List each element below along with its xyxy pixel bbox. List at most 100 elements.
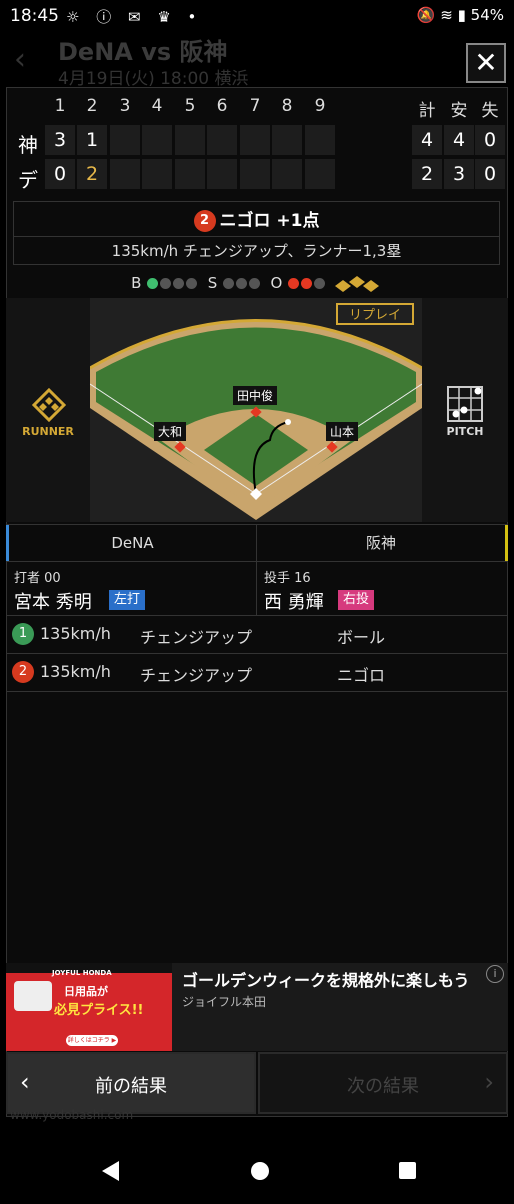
batter-name: 宮本 秀明 [14,592,92,613]
background-header: ‹ DeNA vs 阪神 4月19日(火) 18:00 横浜 [0,28,514,89]
score-cell [240,125,270,155]
system-icons: 🔕 ≋ ▮ 54% [416,6,504,24]
score-cell [272,159,302,189]
total-cell: 4 [444,125,474,155]
background-url: www.yodobashi.com [10,1108,134,1122]
score-cell [305,125,335,155]
pitch-number-badge: 1 [12,623,34,645]
strike-label: S [207,274,218,292]
back-icon [102,1161,119,1181]
score-cell [305,159,335,189]
field-diagram [90,319,422,520]
runner-button[interactable]: RUNNER [6,298,90,522]
ball-dot [147,278,159,289]
score-cell [142,125,172,155]
total-cell: 4 [412,125,442,155]
team-tabs: DeNA 阪神 [6,524,508,562]
inning-header: 3 [119,96,131,116]
pitcher-hand-badge: 右投 [338,590,375,610]
score-cell: 2 [77,159,107,189]
inning-header: 7 [249,96,261,116]
pitch-row: 1 135km/h チェンジアップ ボール [6,616,508,654]
score-cell [110,125,140,155]
ad-image: JOYFUL HONDA 日用品が 必見プライス!! 詳しくはコチラ ▶ [6,963,172,1051]
ball-dot [160,278,172,289]
team-label-home: デ [18,168,38,192]
next-result-label: 次の結果 [347,1076,419,1097]
score-cell [272,125,302,155]
game-subtitle: 4月19日(火) 18:00 横浜 [58,69,249,89]
out-label: O [270,274,283,292]
baseball-field: リプレイ 田中俊 大和 山本 [90,298,422,522]
count-indicator: B S O [0,274,514,292]
play-summary: 2 ニゴロ +1点 135km/h チェンジアップ、ランナー1,3塁 [13,201,500,265]
system-navigation-bar [0,1140,514,1200]
pitch-speed: 135km/h [40,624,111,643]
fielder-label: 山本 [326,422,359,441]
ad-image-line1: 日用品が [64,985,108,998]
pitch-type: チェンジアップ [140,628,253,647]
pitch-result: ボール [337,628,386,647]
score-cell: 3 [45,125,75,155]
score-cell [110,159,140,189]
fielder-label: 大和 [154,422,187,441]
prev-result-label: 前の結果 [95,1076,167,1097]
home-icon [251,1162,269,1180]
ad-banner[interactable]: JOYFUL HONDA 日用品が 必見プライス!! 詳しくはコチラ ▶ ゴール… [6,963,508,1051]
runner-icon [32,388,66,422]
recents-icon [399,1162,416,1179]
total-cell: 3 [444,159,474,189]
tab-dena[interactable]: DeNA [6,525,256,561]
inning-header: 1 [54,96,66,116]
inning-header: 5 [184,96,196,116]
batter-role: 打者 00 [14,571,61,586]
total-cell: 0 [475,159,505,189]
close-button[interactable]: ✕ [466,43,506,83]
out-dot [314,278,326,289]
bases-icon [334,275,379,292]
pitch-zone-icon [447,386,483,422]
out-dot [288,278,300,289]
play-detail: 135km/h チェンジアップ、ランナー1,3塁 [14,236,499,265]
total-cell: 2 [412,159,442,189]
chevron-right-icon: › [484,1068,494,1096]
ad-image-line2: 必見プライス!! [54,1003,144,1018]
score-cell [175,159,205,189]
runner-label: RUNNER [22,425,74,438]
matchup: 打者 00 宮本 秀明 左打 投手 16 西 勇輝 右投 [6,562,508,616]
pitch-speed: 135km/h [40,662,111,681]
divider [256,562,257,616]
ad-cta: 詳しくはコチラ ▶ [66,1035,118,1046]
next-result-button[interactable]: 次の結果 › [258,1052,508,1114]
strike-dot [223,278,234,289]
play-result-line: 2 ニゴロ +1点 [14,206,499,232]
pitch-number-badge: 2 [12,661,34,683]
pitch-label: PITCH [446,425,484,438]
inning-header: 9 [314,96,326,116]
pitch-row: 2 135km/h チェンジアップ ニゴロ [6,654,508,692]
replay-button[interactable]: リプレイ [336,303,414,325]
score-cell [207,159,237,189]
inning-header: 8 [281,96,293,116]
out-dot [301,278,313,289]
back-arrow-icon: ‹ [14,42,26,77]
strike-dot [236,278,247,289]
tab-hanshin[interactable]: 阪神 [256,525,508,561]
prev-result-button[interactable]: ‹ 前の結果 [6,1052,256,1114]
ball-label: B [131,274,142,292]
score-cell [207,125,237,155]
status-time: 18:45 [10,6,59,26]
battery-level: 54% [470,6,504,24]
pitch-button[interactable]: PITCH [422,298,508,522]
ad-info-icon[interactable]: i [486,965,504,983]
score-cell: 1 [77,125,107,155]
ad-image-brand: JOYFUL HONDA [52,969,112,977]
game-title: DeNA vs 阪神 [58,38,228,66]
total-header: 安 [450,101,468,121]
fielder-label: 田中俊 [233,386,278,405]
play-result: ニゴロ +1点 [219,211,320,231]
score-cell [142,159,172,189]
score-cell [240,159,270,189]
pitcher-name: 西 勇輝 [264,592,324,613]
score-cell [175,125,205,155]
